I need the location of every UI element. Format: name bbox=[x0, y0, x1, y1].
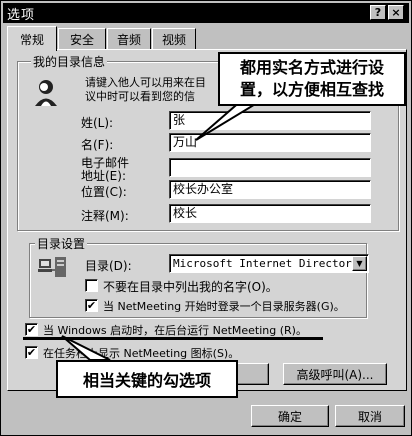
callout-real-name-line1: 都用实名方式进行设 bbox=[239, 58, 384, 77]
callout-key-option: 相当关键的勾选项 bbox=[56, 360, 238, 398]
callout-real-name-line2: 置，以方便相互查找 bbox=[239, 80, 384, 99]
callout-real-name: 都用实名方式进行设 置，以方便相互查找 bbox=[218, 52, 406, 106]
